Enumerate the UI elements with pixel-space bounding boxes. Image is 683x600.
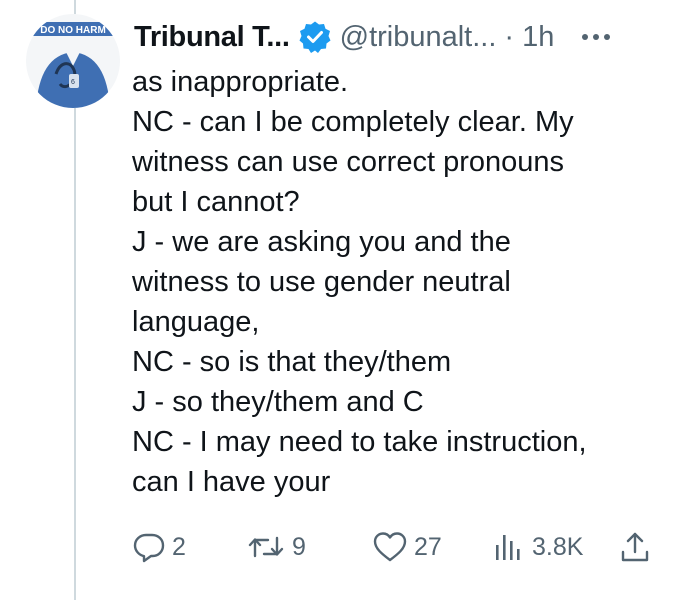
tweet-text: as inappropriate. NC - can I be complete… xyxy=(132,62,652,502)
views-button[interactable]: 3.8K xyxy=(492,530,583,564)
more-dots-icon[interactable] xyxy=(578,30,614,44)
tweet-text-line: NC - can I be completely clear. My xyxy=(132,106,574,138)
tweet-text-line: witness can use correct pronouns xyxy=(132,146,564,178)
avatar[interactable]: 6 DO NO HARM xyxy=(26,14,120,108)
verified-badge-icon[interactable] xyxy=(298,20,332,54)
avatar-image: 6 DO NO HARM xyxy=(26,14,120,108)
view-count: 3.8K xyxy=(532,532,584,561)
tweet-text-line: but I cannot? xyxy=(132,186,300,218)
tweet-text-line: J - we are asking you and the xyxy=(132,226,511,258)
reply-count: 2 xyxy=(172,532,186,561)
retweet-button[interactable]: 9 xyxy=(246,530,306,564)
timestamp[interactable]: 1h xyxy=(522,21,554,54)
reply-button[interactable]: 2 xyxy=(132,530,186,564)
tweet-text-line: NC - I may need to take instruction, xyxy=(132,426,587,458)
reply-bubble-icon xyxy=(133,533,165,563)
tweet-text-line: can I have your xyxy=(132,466,331,498)
separator-dot: · xyxy=(504,20,515,53)
svg-text:6: 6 xyxy=(71,79,75,86)
tweet-action-bar: 2 9 27 3.8K xyxy=(132,522,652,572)
views-bars-icon xyxy=(496,535,520,560)
retweet-icon xyxy=(248,536,284,558)
tweet-text-line: J - so they/them and C xyxy=(132,386,424,418)
heart-icon xyxy=(373,532,407,562)
retweet-count: 9 xyxy=(292,532,306,561)
share-upload-icon xyxy=(621,532,649,562)
display-name[interactable]: Tribunal T... xyxy=(134,21,290,54)
tweet-text-line: NC - so is that they/them xyxy=(132,346,452,378)
share-button[interactable] xyxy=(618,530,652,564)
user-handle[interactable]: @tribunalt... xyxy=(340,21,497,54)
avatar-caption: DO NO HARM xyxy=(40,25,106,36)
like-count: 27 xyxy=(414,532,442,561)
tweet-text-line: as inappropriate. xyxy=(132,66,349,98)
tweet-text-line: witness to use gender neutral xyxy=(132,266,511,298)
tweet-header: Tribunal T... @tribunalt... · 1h xyxy=(134,14,653,60)
like-button[interactable]: 27 xyxy=(372,530,442,564)
tweet-text-line: language, xyxy=(132,306,260,338)
